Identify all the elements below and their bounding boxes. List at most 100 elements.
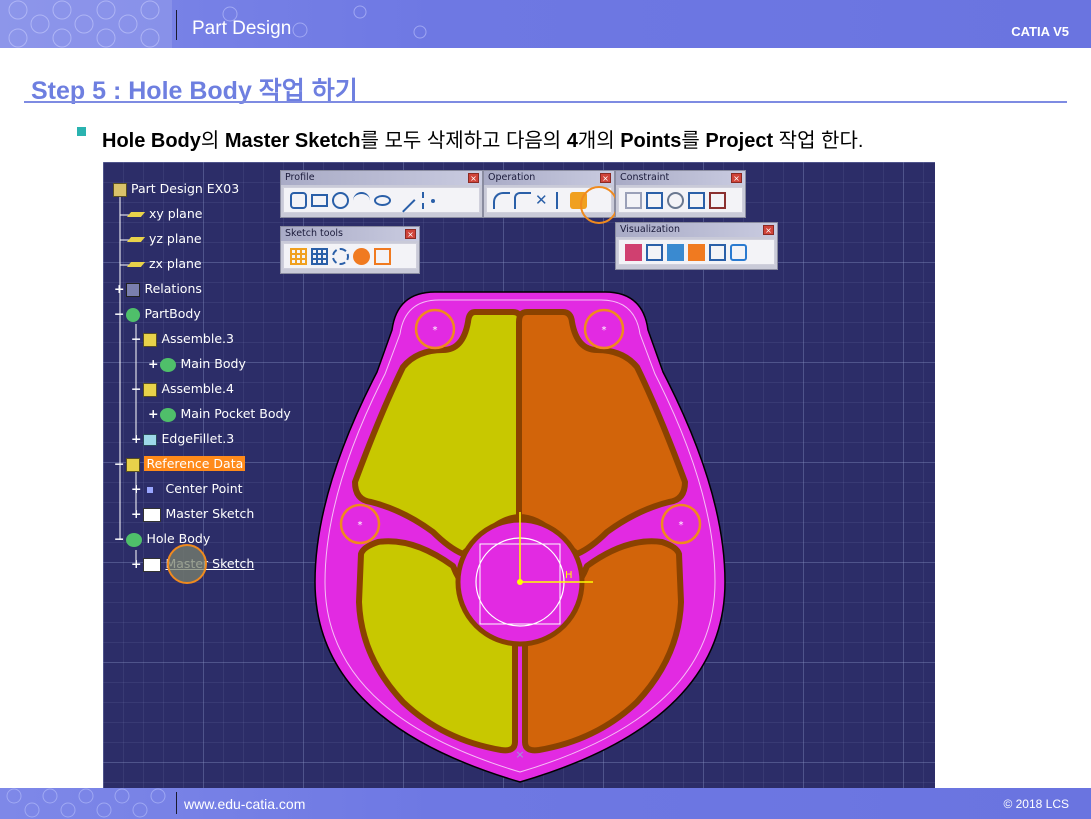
lighten-geometry-icon[interactable] (646, 243, 663, 261)
plane-icon (126, 262, 146, 267)
tree-item-label: Reference Data (144, 456, 246, 471)
collapse-icon[interactable]: − (131, 381, 141, 396)
diagnostic-icon[interactable] (688, 243, 705, 261)
body-gear-icon (160, 407, 177, 422)
plane-icon (126, 237, 146, 242)
auto-constraint-icon[interactable] (709, 191, 726, 209)
profile-icon[interactable] (290, 191, 307, 209)
close-icon[interactable]: × (763, 225, 774, 235)
tree-item-main-body[interactable]: + Main Body (148, 355, 246, 373)
mirror-icon[interactable] (556, 191, 566, 209)
instruction-part: 의 (200, 130, 225, 152)
collapse-icon[interactable]: − (131, 331, 141, 346)
tree-item-master-sketch-ref[interactable]: + Master Sketch (131, 505, 254, 523)
bullet-instruction: Hole Body의 Master Sketch를 모두 삭제하고 다음의 4개… (102, 124, 863, 153)
corner-icon[interactable] (493, 191, 510, 209)
instruction-part: Project (705, 130, 774, 152)
tree-item-label: Main Body (180, 356, 246, 371)
footer-website[interactable]: www.edu-catia.com (184, 796, 305, 812)
tree-item-zx-plane[interactable]: zx plane (126, 255, 202, 273)
instruction-part: 작업 한다. (773, 130, 864, 152)
toolbar-title: Visualization × (616, 223, 777, 237)
tree-item-relations[interactable]: + Relations (114, 280, 202, 298)
point-icon[interactable] (428, 192, 436, 209)
constraint-dialog-icon[interactable] (625, 191, 642, 209)
assemble-icon (143, 382, 158, 397)
axis-icon[interactable] (416, 191, 424, 209)
body-gear-icon (126, 532, 143, 547)
toolbar-visualization[interactable]: Visualization × (615, 222, 778, 270)
fix-together-icon[interactable] (688, 191, 705, 209)
close-icon[interactable]: × (600, 173, 611, 183)
expand-icon[interactable]: + (131, 506, 141, 521)
dimensional-constraints-icon[interactable] (374, 247, 391, 265)
toolbar-constraint[interactable]: Constraint × (615, 170, 746, 218)
contact-constraint-icon[interactable] (667, 191, 684, 209)
plane-icon (126, 212, 146, 217)
collapse-icon[interactable]: − (114, 456, 124, 471)
toolbar-body (618, 239, 775, 265)
constraint-icon[interactable] (646, 191, 663, 209)
tree-item-label: zx plane (149, 256, 202, 271)
tree-item-label: Master Sketch (165, 506, 255, 521)
tree-item-label: Assemble.4 (161, 381, 234, 396)
toolbar-title: Profile × (281, 171, 482, 185)
dimensional-constraints-visibility-icon[interactable] (709, 243, 726, 261)
expand-icon[interactable]: + (131, 556, 141, 571)
tree-item-root[interactable]: Part Design EX03 (113, 180, 239, 198)
instruction-part: Master Sketch (224, 130, 361, 152)
pick-through-icon[interactable] (667, 243, 684, 261)
cut-part-by-sketch-plane-icon[interactable] (625, 243, 642, 261)
expand-icon[interactable]: + (148, 406, 158, 421)
collapse-icon[interactable]: − (114, 531, 124, 546)
svg-text:*: * (433, 325, 438, 336)
construction-element-icon[interactable] (332, 247, 349, 265)
tree-item-assemble-3[interactable]: − Assemble.3 (131, 330, 234, 348)
expand-icon[interactable]: + (131, 481, 141, 496)
toolbar-sketch-tools[interactable]: Sketch tools × (280, 226, 420, 274)
bullet-marker (77, 127, 86, 136)
chamfer-icon[interactable] (514, 191, 531, 209)
tree-item-label: PartBody (144, 306, 201, 321)
tree-item-reference-data[interactable]: − Reference Data (114, 455, 246, 473)
ellipse-icon[interactable] (374, 194, 391, 206)
toolbar-body (283, 243, 417, 269)
geometrical-constraints-icon[interactable] (353, 247, 370, 265)
slide-header: Part Design CATIA V5 (0, 0, 1091, 48)
instruction-part: 4 (566, 130, 578, 152)
close-icon[interactable]: × (405, 229, 416, 239)
close-icon[interactable]: × (731, 173, 742, 183)
tree-item-yz-plane[interactable]: yz plane (126, 230, 202, 248)
line-icon[interactable] (391, 187, 416, 213)
circle-icon[interactable] (332, 191, 349, 209)
expand-icon[interactable]: + (114, 281, 124, 296)
axis-marker: H (565, 570, 573, 581)
catia-viewport[interactable]: H * * * * × Part Design EX03 xy plane yz… (103, 162, 935, 788)
header-title: Part Design (192, 18, 292, 39)
tree-item-xy-plane[interactable]: xy plane (126, 205, 202, 223)
trim-icon[interactable]: ✕ (535, 192, 552, 209)
collapse-icon[interactable]: − (114, 306, 124, 321)
tree-item-center-point[interactable]: + Center Point (131, 480, 243, 498)
sketch-icon (143, 507, 162, 522)
project-tool-highlight (580, 186, 618, 224)
rectangle-icon[interactable] (311, 193, 328, 207)
part-icon (113, 182, 127, 197)
instruction-part: Hole Body (102, 130, 201, 152)
close-icon[interactable]: × (468, 173, 479, 183)
toolbar-profile[interactable]: Profile × (280, 170, 483, 218)
tree-item-partbody[interactable]: − PartBody (114, 305, 201, 323)
geometrical-constraints-visibility-icon[interactable] (730, 243, 747, 261)
selection-highlight-circle (167, 544, 207, 584)
tree-item-edgefillet-3[interactable]: + EdgeFillet.3 (131, 430, 234, 448)
toolbar-title: Operation × (484, 171, 614, 185)
grid-icon[interactable] (290, 247, 307, 265)
tree-item-main-pocket-body[interactable]: + Main Pocket Body (148, 405, 291, 423)
svg-text:*: * (679, 520, 684, 531)
tree-item-assemble-4[interactable]: − Assemble.4 (131, 380, 234, 398)
expand-icon[interactable]: + (148, 356, 158, 371)
spline-icon[interactable] (353, 191, 370, 209)
instruction-part: 를 모두 삭제하고 다음의 (360, 130, 567, 152)
snap-to-point-icon[interactable] (311, 247, 328, 265)
expand-icon[interactable]: + (131, 431, 141, 446)
